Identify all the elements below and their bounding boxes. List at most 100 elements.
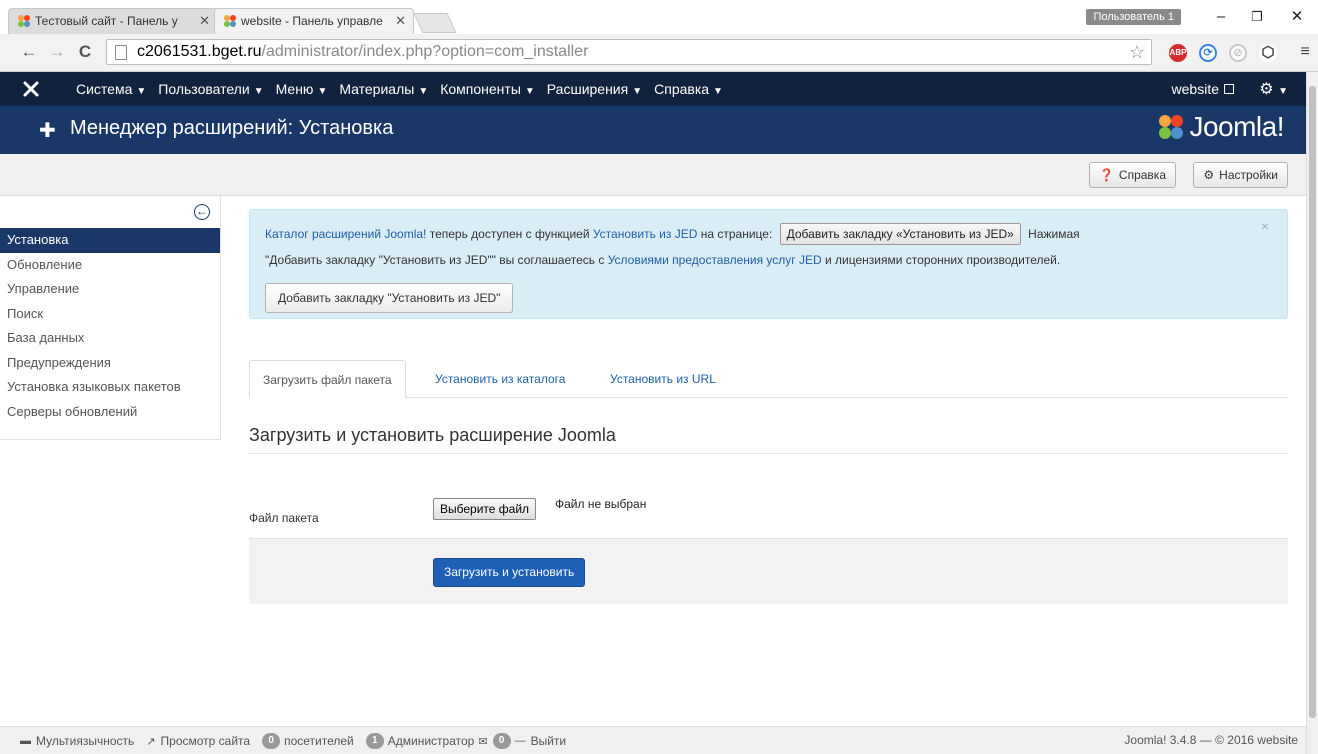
close-window-icon[interactable]: ✕	[1282, 6, 1312, 28]
puzzle-icon: ✚	[39, 120, 56, 142]
joomla-favicon-icon	[224, 15, 236, 27]
sidebar-item[interactable]: Обновление	[0, 253, 220, 278]
user-gear-icon[interactable]: ⚙ ▼	[1259, 79, 1288, 99]
browser-tab-title: website - Панель управле	[241, 14, 383, 28]
joomla-logo-icon	[1159, 115, 1184, 139]
caret-down-icon: ▼	[524, 86, 535, 97]
external-link-icon	[1224, 84, 1234, 94]
sidebar-menu: Установка Обновление Управление Поиск База д…	[0, 228, 220, 424]
url-host: c2061531.bget.ru	[137, 43, 262, 60]
joomla-brand-logo: Joomla!	[1157, 111, 1284, 143]
version-info: Joomla! 3.4.8 — © 2016 website	[1124, 733, 1298, 747]
tab-install-from-catalog[interactable]: Установить из каталога	[422, 360, 578, 398]
options-button[interactable]: ⚙ Настройки	[1193, 162, 1288, 188]
forward-arrow-icon[interactable]: →	[46, 40, 68, 64]
page-scrollbar[interactable]	[1306, 72, 1318, 754]
status-bar: ▬ Мультиязычность ↗ Просмотр сайта 0 пос…	[0, 726, 1306, 754]
collapse-sidebar-icon[interactable]: ←	[194, 204, 210, 220]
caret-down-icon: ▼	[632, 86, 643, 97]
view-site-status-link[interactable]: Просмотр сайта	[161, 734, 251, 748]
close-tab-icon[interactable]: ✕	[199, 9, 210, 33]
installer-tabs: Загрузить файл пакета Установить из ката…	[249, 360, 1288, 398]
gear-icon: ⚙	[1203, 168, 1215, 182]
toolbar: ❓ Справка ⚙ Настройки	[0, 154, 1306, 196]
admin-navbar: Система ▼ Пользователи ▼ Меню ▼ Материалы ▼ …	[0, 72, 1306, 106]
caret-down-icon: ▼	[418, 86, 429, 97]
caret-down-icon: ▼	[136, 86, 147, 97]
url-input[interactable]: c2061531.bget.ru/administrator/index.php…	[106, 39, 1152, 65]
reload-icon[interactable]: C	[74, 40, 96, 64]
page-title: Менеджер расширений: Установка	[70, 117, 394, 139]
tab-upload-package[interactable]: Загрузить файл пакета	[249, 360, 406, 398]
logout-link[interactable]: Выйти	[531, 734, 567, 748]
browser-tab-bar: Тестовый сайт - Панель у ✕ website - Пан…	[0, 0, 1318, 34]
tab-install-from-url[interactable]: Установить из URL	[597, 360, 729, 398]
menu-system[interactable]: Система ▼	[76, 81, 146, 97]
browser-menu-icon[interactable]: ≡	[1294, 40, 1316, 64]
minimize-window-icon[interactable]: –	[1206, 6, 1236, 28]
joomla-favicon-icon	[18, 15, 30, 27]
messages-badge[interactable]: 0	[492, 733, 511, 749]
sidebar-item[interactable]: Установка языковых пакетов	[0, 375, 220, 400]
add-jed-tab-button[interactable]: Добавить закладку "Установить из JED"	[265, 283, 514, 313]
help-button[interactable]: ❓ Справка	[1088, 162, 1176, 188]
no-file-text: Файл не выбран	[555, 497, 647, 511]
visitors-badge: 0	[262, 733, 281, 749]
sidebar-item[interactable]: Предупреждения	[0, 351, 220, 376]
menu-menus[interactable]: Меню ▼	[276, 81, 328, 97]
sidebar-item[interactable]: Управление	[0, 277, 220, 302]
comment-icon: ▬	[20, 735, 31, 747]
restore-window-icon[interactable]: ❐	[1242, 6, 1272, 28]
sidebar-item[interactable]: База данных	[0, 326, 220, 351]
caret-down-icon: ▼	[317, 86, 328, 97]
divider	[249, 453, 1288, 454]
browser-tab-1[interactable]: Тестовый сайт - Панель у ✕	[8, 8, 218, 34]
alert-text: теперь доступен с функцией	[426, 227, 593, 241]
browser-user-badge[interactable]: Пользователь 1	[1086, 9, 1181, 25]
menu-content[interactable]: Материалы ▼	[339, 81, 428, 97]
jed-catalog-link[interactable]: Каталог расширений Joomla!	[265, 227, 426, 241]
browser-tab-2[interactable]: website - Панель управле ✕	[214, 8, 414, 34]
alert-text: на странице:	[697, 227, 776, 241]
admins-badge: 1	[365, 733, 384, 749]
multilang-status[interactable]: Мультиязычность	[36, 734, 134, 748]
scrollbar-thumb[interactable]	[1309, 86, 1316, 718]
caret-down-icon: ▼	[713, 86, 723, 97]
choose-file-button[interactable]: Выберите файл	[433, 498, 537, 520]
package-file-label: Файл пакета	[249, 511, 319, 525]
close-tab-icon[interactable]: ✕	[395, 9, 406, 33]
compass-icon[interactable]: ⊘	[1229, 44, 1247, 62]
joomla-logo-icon[interactable]	[22, 80, 40, 98]
sidebar-item[interactable]: Поиск	[0, 302, 220, 327]
sidebar: ← Установка Обновление Управление Поиск База…	[0, 196, 221, 440]
caret-down-icon: ▼	[253, 86, 264, 97]
browser-tab-title: Тестовый сайт - Панель у	[35, 14, 178, 28]
close-alert-icon[interactable]: ×	[1261, 218, 1269, 234]
abp-icon[interactable]: ABP	[1169, 44, 1187, 62]
alert-text: Нажимая	[1024, 227, 1080, 241]
alert-text: и лицензиями сторонних производителей.	[821, 253, 1061, 267]
admin-menu: Система ▼ Пользователи ▼ Меню ▼ Материалы ▼ …	[76, 72, 735, 106]
add-jed-tab-inline-button[interactable]: Добавить закладку «Установить из JED»	[779, 223, 1021, 245]
admins-label: Администратор	[387, 734, 475, 748]
external-link-icon: ↗	[146, 735, 156, 748]
back-arrow-icon[interactable]: ←	[18, 40, 40, 64]
cube-icon[interactable]: ⬡	[1259, 44, 1277, 62]
sync-icon[interactable]: ⟳	[1199, 44, 1217, 62]
install-from-jed-link[interactable]: Установить из JED	[593, 227, 698, 241]
alert-text: "Добавить закладку "Установить из JED"" …	[265, 253, 608, 267]
menu-components[interactable]: Компоненты ▼	[440, 81, 535, 97]
view-site-link[interactable]: website	[1172, 81, 1234, 97]
form-actions: Загрузить и установить	[249, 538, 1288, 604]
envelope-icon[interactable]: ✉	[478, 735, 487, 748]
upload-install-button[interactable]: Загрузить и установить	[433, 558, 586, 587]
sidebar-item[interactable]: Серверы обновлений	[0, 400, 220, 425]
menu-extensions[interactable]: Расширения ▼	[547, 81, 642, 97]
bookmark-star-icon[interactable]: ☆	[1129, 40, 1145, 64]
jed-terms-link[interactable]: Условиями предоставления услуг JED	[608, 253, 822, 267]
new-tab-button[interactable]	[413, 13, 457, 33]
sidebar-item[interactable]: Установка	[0, 228, 220, 253]
menu-help[interactable]: Справка ▼	[654, 81, 723, 97]
menu-users[interactable]: Пользователи ▼	[158, 81, 263, 97]
jed-info-alert: × Каталог расширений Joomla! теперь дост…	[249, 209, 1288, 319]
